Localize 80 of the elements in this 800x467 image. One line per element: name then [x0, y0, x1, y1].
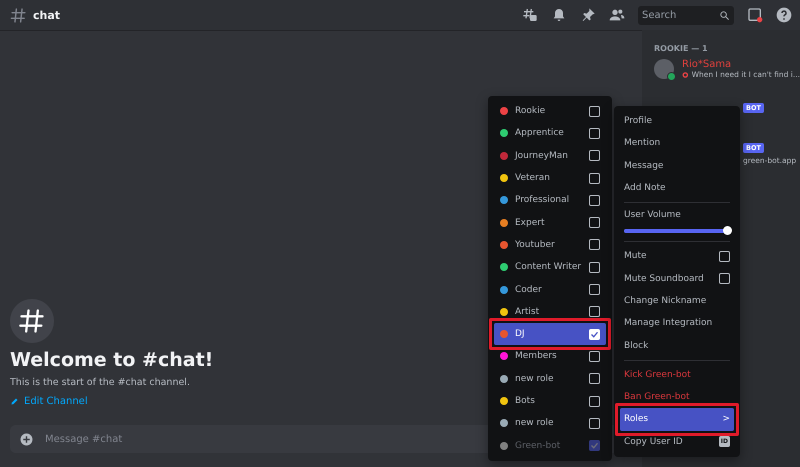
role-option[interactable]: Professional — [494, 189, 606, 212]
checkbox[interactable] — [589, 128, 600, 139]
role-option[interactable]: Artist — [494, 300, 606, 323]
checkmark-icon — [590, 441, 599, 450]
role-name: Veteran — [515, 173, 551, 184]
checkbox[interactable] — [589, 217, 600, 228]
role-name: Content Writer — [515, 262, 582, 272]
plus-icon[interactable] — [20, 432, 33, 446]
menu-item[interactable]: Mute Soundboard — [624, 274, 704, 284]
checkbox[interactable] — [589, 396, 600, 406]
checkbox[interactable] — [589, 262, 600, 273]
help-icon[interactable] — [776, 7, 792, 23]
edit-channel-link[interactable]: Edit Channel — [10, 396, 88, 407]
checkbox[interactable] — [589, 373, 600, 384]
menu-item[interactable]: Change Nickname — [620, 290, 734, 312]
role-name: Expert — [515, 218, 546, 228]
role-name: new role — [515, 374, 555, 384]
welcome-title: Welcome to #chat! — [10, 349, 214, 371]
role-option[interactable]: Youtuber — [494, 234, 606, 256]
role-option[interactable]: Content Writer — [494, 256, 606, 278]
role-name: Members — [515, 351, 558, 362]
menu-item[interactable]: Mute — [624, 251, 647, 262]
checkbox[interactable] — [589, 194, 600, 206]
role-name: Coder — [515, 284, 543, 295]
checkmark-icon — [590, 330, 599, 339]
pin-icon[interactable] — [580, 7, 596, 23]
bell-icon[interactable] — [551, 7, 567, 23]
checkbox[interactable] — [589, 350, 600, 362]
role-name: DJ — [515, 329, 526, 340]
role-name: Green-bot — [515, 440, 562, 451]
role-name: Youtuber — [515, 240, 556, 250]
checkbox[interactable] — [589, 106, 600, 117]
role-option[interactable]: new role — [494, 368, 606, 390]
hash-icon — [18, 307, 46, 335]
threads-icon[interactable] — [522, 7, 538, 23]
menu-item[interactable]: Block — [620, 334, 734, 357]
checkbox[interactable] — [589, 306, 600, 318]
menu-item[interactable]: Ban Green-bot — [620, 386, 734, 408]
search-field[interactable]: Search — [638, 6, 734, 24]
role-name: Bots — [515, 396, 536, 406]
role-option[interactable]: Members — [494, 345, 606, 368]
role-option[interactable]: Veteran — [494, 166, 606, 190]
menu-item[interactable]: Manage Integration — [620, 312, 734, 334]
role-option[interactable]: Apprentice — [494, 122, 606, 145]
menu-item[interactable]: Message — [620, 154, 734, 177]
role-option[interactable]: Coder — [494, 278, 606, 301]
role-option[interactable]: JourneyMan — [494, 144, 606, 167]
checkbox[interactable] — [719, 273, 730, 284]
checkbox[interactable] — [589, 172, 600, 184]
role-name: Professional — [515, 195, 570, 206]
role-option[interactable]: Rookie — [494, 100, 606, 122]
role-option[interactable]: DJ — [494, 322, 606, 346]
role-name: Artist — [515, 306, 540, 317]
search-placeholder: Search — [642, 10, 678, 20]
role-option[interactable]: Expert — [494, 211, 606, 234]
role-name: JourneyMan — [515, 150, 569, 161]
menu-item[interactable]: Mention — [620, 132, 734, 155]
role-option[interactable]: Bots — [494, 390, 606, 412]
role-name: Rookie — [515, 106, 546, 116]
welcome-subtitle: This is the start of the #chat channel. — [10, 377, 190, 388]
emoji-icon — [682, 70, 689, 78]
checkbox[interactable] — [589, 150, 600, 162]
inbox-icon[interactable] — [747, 7, 763, 23]
chevron-icon: > — [722, 414, 730, 424]
pencil-icon — [10, 397, 19, 406]
members-icon[interactable] — [609, 7, 625, 23]
checkbox[interactable] — [589, 284, 600, 296]
checkbox[interactable] — [719, 250, 730, 262]
menu-item[interactable]: Profile — [620, 110, 734, 132]
volume-label: User Volume — [623, 209, 682, 222]
checkbox[interactable] — [589, 239, 600, 250]
checkbox[interactable] — [589, 418, 600, 429]
member-group-header: ROOKIE — 1 — [654, 44, 709, 53]
menu-item[interactable]: Add Note — [620, 176, 734, 200]
role-name: Apprentice — [515, 128, 565, 138]
search-icon — [719, 10, 730, 20]
hash-icon — [10, 6, 27, 24]
menu-item[interactable]: Kick Green-bot — [620, 364, 734, 386]
channel-name: chat — [33, 8, 60, 22]
submenu-item[interactable]: Roles > — [620, 408, 734, 431]
